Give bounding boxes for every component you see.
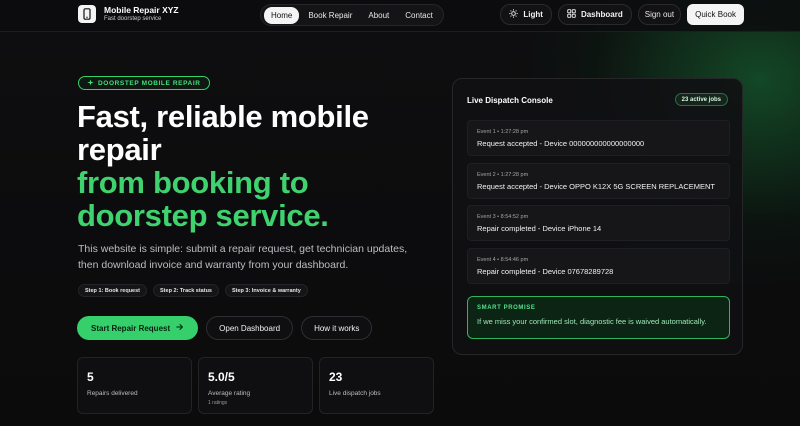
stat-card-dispatch: 23 Live dispatch jobs	[319, 357, 434, 414]
stat-label: Average rating	[208, 390, 251, 397]
event-item: Event 1 • 1:27:28 pm Request accepted - …	[467, 120, 730, 156]
live-dispatch-console: Live Dispatch Console 23 active jobs Eve…	[452, 78, 743, 355]
brand[interactable]: Mobile Repair XYZ Fast doorstep service	[78, 5, 179, 23]
theme-toggle-label: Light	[523, 10, 543, 19]
hero-badge-label: DOORSTEP MOBILE REPAIR	[98, 79, 201, 87]
stat-card-repairs: 5 Repairs delivered	[77, 357, 192, 414]
stat-value: 23	[329, 370, 343, 384]
hero-title-line-3: from booking to	[77, 165, 309, 200]
main-nav: Home Book Repair About Contact	[260, 4, 444, 26]
step-book-request: Step 1: Book request	[78, 284, 148, 297]
event-message: Repair completed - Device 07678289728	[477, 266, 614, 276]
sun-icon	[509, 9, 519, 20]
event-list: Event 1 • 1:27:28 pm Request accepted - …	[467, 120, 730, 290]
stat-value: 5	[87, 370, 94, 384]
dashboard-button[interactable]: Dashboard	[557, 4, 632, 25]
sparkle-icon	[87, 78, 94, 88]
start-repair-request-label: Start Repair Request	[91, 323, 171, 333]
brand-tagline: Fast doorstep service	[104, 16, 162, 22]
console-title: Live Dispatch Console	[467, 96, 553, 105]
hero-title-line-2: repair	[77, 132, 162, 167]
hero-title: Fast, reliable mobile repair from bookin…	[77, 100, 437, 232]
how-it-works-button[interactable]: How it works	[301, 316, 373, 340]
page: Mobile Repair XYZ Fast doorstep service …	[0, 0, 800, 426]
stats-row: 5 Repairs delivered 5.0/5 Average rating…	[77, 357, 434, 414]
smart-promise-card: SMART PROMISE If we miss your confirmed …	[467, 296, 730, 339]
event-meta: Event 4 • 8:54:46 pm	[477, 256, 529, 263]
theme-toggle-button[interactable]: Light	[500, 4, 552, 25]
steps-list: Step 1: Book request Step 2: Track statu…	[78, 284, 308, 297]
open-dashboard-button[interactable]: Open Dashboard	[206, 316, 294, 340]
event-item: Event 2 • 1:27:28 pm Request accepted - …	[467, 162, 730, 199]
event-message: Request accepted - Device 00000000000000…	[477, 139, 645, 148]
hero-title-line-1: Fast, reliable mobile	[77, 99, 369, 134]
stat-card-rating: 5.0/5 Average rating 1 ratings	[198, 357, 313, 414]
stat-label: Live dispatch jobs	[329, 390, 381, 397]
stat-value: 5.0/5	[208, 370, 235, 384]
hero-badge: DOORSTEP MOBILE REPAIR	[78, 76, 210, 90]
top-header: Mobile Repair XYZ Fast doorstep service …	[0, 0, 800, 32]
hero-actions: Start Repair Request Open Dashboard How …	[77, 316, 373, 340]
hero-title-line-4: doorstep service.	[77, 198, 329, 233]
event-meta: Event 3 • 8:54:52 pm	[477, 214, 529, 220]
event-item: Event 4 • 8:54:46 pm Repair completed - …	[467, 247, 730, 284]
nav-home[interactable]: Home	[264, 6, 300, 24]
dashboard-label: Dashboard	[580, 10, 623, 19]
nav-contact[interactable]: Contact	[398, 7, 440, 24]
active-jobs-badge: 23 active jobs	[674, 93, 728, 106]
nav-about[interactable]: About	[361, 7, 396, 24]
step-track-status: Step 2: Track status	[153, 284, 219, 297]
event-message: Repair completed - Device iPhone 14	[477, 224, 602, 233]
quick-book-button[interactable]: Quick Book	[687, 4, 744, 25]
smart-promise-text: If we miss your confirmed slot, diagnost…	[477, 317, 707, 326]
stat-sublabel: 1 ratings	[208, 400, 228, 406]
sign-out-button[interactable]: Sign out	[637, 4, 682, 25]
event-message: Request accepted - Device OPPO K12X 5G S…	[477, 181, 716, 191]
hero-description: This website is simple: submit a repair …	[78, 243, 408, 271]
brand-text: Mobile Repair XYZ Fast doorstep service	[104, 5, 179, 23]
brand-name: Mobile Repair XYZ	[104, 5, 179, 15]
event-meta: Event 1 • 1:27:28 pm	[477, 129, 529, 135]
stat-label: Repairs delivered	[87, 390, 138, 397]
step-invoice-warranty: Step 3: Invoice & warranty	[224, 284, 308, 297]
grid-icon	[567, 9, 576, 20]
arrow-right-icon	[176, 323, 184, 333]
header-actions: Light Dashboard Sign out Quick Book	[500, 4, 744, 25]
start-repair-request-button[interactable]: Start Repair Request	[77, 316, 199, 340]
event-meta: Event 2 • 1:27:28 pm	[477, 171, 529, 178]
nav-book-repair[interactable]: Book Repair	[301, 7, 359, 24]
smart-promise-title: SMART PROMISE	[477, 305, 536, 311]
event-item: Event 3 • 8:54:52 pm Repair completed - …	[467, 205, 730, 241]
phone-icon	[78, 5, 96, 23]
